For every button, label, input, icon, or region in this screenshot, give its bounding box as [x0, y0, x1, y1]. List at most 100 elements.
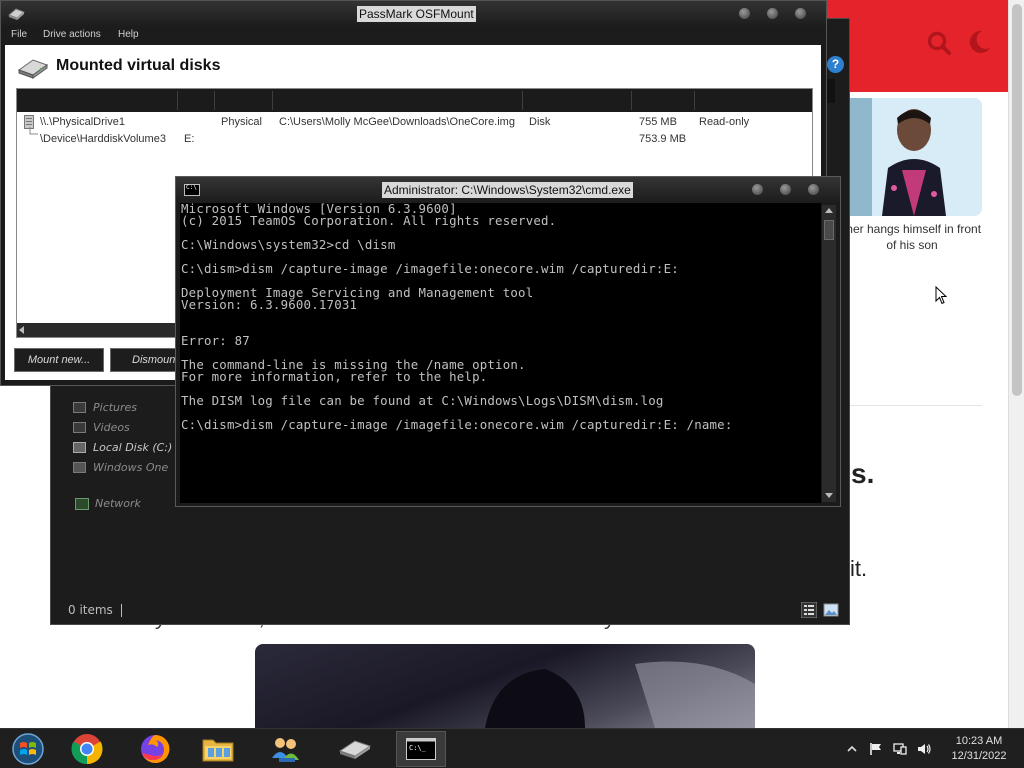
webpage-scroll-thumb[interactable] — [1012, 4, 1022, 396]
moon-icon[interactable] — [964, 28, 992, 56]
taskbar-chrome[interactable] — [62, 731, 112, 767]
article-text-fragment: it. — [850, 556, 868, 581]
search-icon[interactable] — [926, 30, 952, 56]
network-icon[interactable] — [893, 742, 907, 756]
webpage-scrollbar[interactable] — [1008, 0, 1024, 728]
console-line: C:\Windows\system32>cd \dism — [181, 237, 396, 252]
maximize-button[interactable] — [767, 8, 778, 19]
console-line: C:\dism>dism /capture-image /imagefile:o… — [181, 261, 679, 276]
divider — [848, 405, 982, 406]
cmd-window[interactable]: Administrator: C:\Windows\System32\cmd.e… — [175, 176, 841, 507]
taskbar-file-explorer[interactable] — [193, 731, 243, 767]
nav-item-videos[interactable]: Videos — [73, 417, 183, 437]
osfmount-app-icon — [8, 8, 25, 20]
nav-item-windows-one[interactable]: Windows One — [73, 457, 183, 477]
window-title: Administrator: C:\Windows\System32\cmd.e… — [382, 182, 633, 198]
cmd-titlebar[interactable]: Administrator: C:\Windows\System32\cmd.e… — [176, 177, 840, 203]
nav-item-label: Network — [95, 497, 141, 510]
vertical-scrollbar[interactable] — [822, 205, 836, 502]
taskbar-clock[interactable]: 10:23 AM 12/31/2022 — [943, 734, 1015, 764]
firefox-icon — [141, 734, 170, 763]
scroll-thumb[interactable] — [824, 220, 834, 240]
clock-time: 10:23 AM — [955, 735, 1003, 747]
pictures-icon — [73, 401, 86, 413]
status-bar: 0 items — [68, 603, 122, 617]
windows-start-icon — [12, 733, 44, 765]
start-button[interactable] — [3, 731, 53, 767]
nav-item-label: Windows One — [93, 460, 169, 474]
column-separator[interactable] — [694, 91, 695, 110]
cell-drive: \Device\HarddiskVolume3 — [40, 133, 166, 145]
clock-date: 12/31/2022 — [951, 750, 1007, 762]
drive-icon — [73, 441, 86, 453]
column-separator[interactable] — [272, 91, 273, 110]
help-icon[interactable]: ? — [827, 56, 844, 73]
nav-item-network[interactable]: Network — [75, 497, 141, 510]
chrome-icon — [71, 734, 103, 765]
menu-drive-actions[interactable]: Drive actions — [43, 29, 101, 40]
console-line: Error: 87 — [181, 333, 250, 348]
virtual-disk-icon — [17, 59, 49, 79]
cell-size: 755 MB — [639, 116, 677, 128]
nav-item-pictures[interactable]: Pictures — [73, 397, 183, 417]
details-view-icon[interactable] — [801, 602, 817, 618]
svg-text:C:\_: C:\_ — [409, 744, 427, 752]
action-center-flag-icon[interactable] — [869, 742, 883, 756]
taskbar-osfmount[interactable] — [330, 731, 380, 767]
item-count: 0 items — [68, 603, 113, 617]
maximize-button[interactable] — [780, 184, 791, 195]
drive-icon — [73, 461, 86, 473]
scroll-up-arrow-icon[interactable] — [825, 208, 833, 213]
window-title: PassMark OSFMount — [357, 6, 476, 22]
network-icon — [75, 497, 89, 510]
column-separator[interactable] — [177, 91, 178, 110]
console-line: C:\dism>dism /capture-image /imagefile:o… — [181, 417, 733, 432]
anime-video-thumbnail[interactable] — [255, 644, 755, 728]
cmd-icon: C:\_ — [406, 738, 436, 760]
nav-item-label: Local Disk (C:) — [93, 440, 173, 454]
article-caption[interactable]: ther hangs himself in front of his son — [842, 221, 982, 253]
explorer-navigation-pane: Pictures Videos Local Disk (C:) Windows … — [73, 397, 183, 477]
menu-help[interactable]: Help — [118, 29, 139, 40]
page-title: Mounted virtual disks — [56, 57, 221, 74]
cell-type: Physical — [221, 116, 262, 128]
osfmount-titlebar[interactable]: PassMark OSFMount — [1, 1, 826, 27]
menu-bar: File Drive actions Help — [1, 27, 826, 45]
cell-size: 753.9 MB — [639, 133, 687, 145]
mouse-pointer-icon — [935, 286, 947, 305]
cell-letter: E: — [184, 133, 195, 145]
cmd-icon — [184, 184, 200, 196]
console-output[interactable]: Microsoft Windows [Version 6.3.9600] (c) … — [180, 203, 821, 503]
console-line: Version: 6.3.9600.17031 — [181, 297, 358, 312]
volume-icon[interactable] — [917, 742, 931, 756]
close-button[interactable] — [795, 8, 806, 19]
column-separator[interactable] — [631, 91, 632, 110]
column-separator[interactable] — [214, 91, 215, 110]
taskbar-cmd[interactable]: C:\_ — [396, 731, 446, 767]
nav-item-local-disk[interactable]: Local Disk (C:) — [73, 437, 183, 457]
videos-icon — [73, 421, 86, 433]
cell-properties: Read-only — [699, 116, 750, 128]
taskbar-network-users[interactable] — [261, 731, 311, 767]
column-separator[interactable] — [522, 91, 523, 110]
article-thumbnail-image[interactable] — [842, 98, 982, 216]
cell-source: C:\Users\Molly McGee\Downloads\OneCore.i… — [279, 116, 515, 128]
mount-new-button[interactable]: Mount new... — [14, 348, 104, 372]
large-icons-view-icon[interactable] — [823, 602, 839, 618]
scroll-down-arrow-icon[interactable] — [825, 493, 833, 498]
scroll-left-arrow-icon[interactable] — [19, 326, 24, 334]
minimize-button[interactable] — [739, 8, 750, 19]
console-line: For more information, refer to the help. — [181, 369, 488, 384]
close-button[interactable] — [808, 184, 819, 195]
tree-connector — [29, 127, 38, 135]
explorer-scrollbar[interactable] — [827, 79, 835, 103]
show-hidden-icons-chevron-icon[interactable] — [845, 742, 859, 756]
console-line: (c) 2015 TeamOS Corporation. All rights … — [181, 213, 557, 228]
taskbar-firefox[interactable] — [130, 731, 180, 767]
dismount-button[interactable]: Dismount — [110, 348, 176, 372]
menu-file[interactable]: File — [11, 29, 27, 40]
minimize-button[interactable] — [752, 184, 763, 195]
list-header — [17, 89, 812, 112]
